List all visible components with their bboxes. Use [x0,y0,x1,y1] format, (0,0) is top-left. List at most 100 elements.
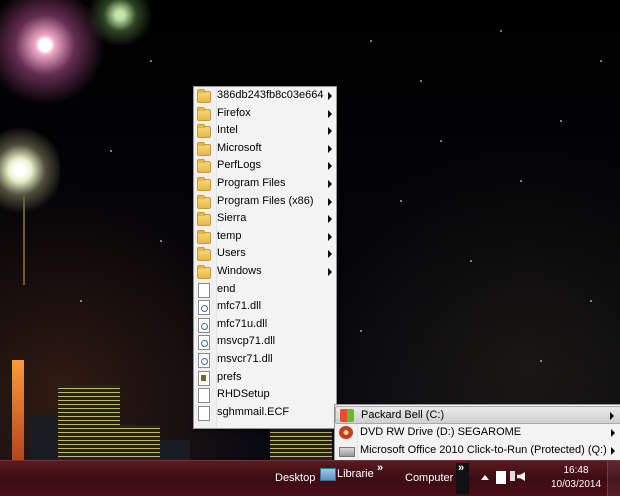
folder-icon [197,89,211,103]
action-center-flag-icon[interactable] [496,471,506,484]
menu-folder-item[interactable]: temp [194,229,336,247]
building [30,415,58,460]
clock-time[interactable]: 16:48 [556,465,596,476]
folder-icon [197,247,211,262]
menu-folder-item[interactable]: Program Files [194,176,336,194]
folder-icon [197,177,211,191]
menu-item-label: Program Files (x86) [217,194,314,207]
computer-toolbar-button[interactable]: » [456,462,469,494]
drive-menu-item[interactable]: Packard Bell (C:) [335,406,620,424]
folder-icon [197,194,211,209]
menu-file-item[interactable]: msvcr71.dll [194,352,336,370]
dll-file-icon [198,353,210,368]
menu-item-label: PerfLogs [217,159,262,172]
config-file-icon [198,370,210,386]
submenu-arrow-icon [328,127,332,136]
menu-file-item[interactable]: mfc71u.dll [194,317,336,335]
submenu-arrow-icon [328,180,332,188]
submenu-arrow-icon [328,250,332,259]
folder-context-menu: 386db243fb8c03e664 Firefox Intel Microsoft P… [193,86,337,429]
drive-label: DVD RW Drive (D:) SEGAROME [360,426,522,438]
menu-item-label: Windows [217,265,262,277]
submenu-arrow-icon [328,215,332,224]
menu-folder-item[interactable]: PerfLogs [194,158,336,176]
menu-item-label: Sierra [217,212,247,225]
file-icon [198,282,210,298]
submenu-arrow-icon [328,268,332,276]
dll-file-icon [198,300,210,316]
show-desktop-button[interactable] [607,461,620,496]
dvd-drive-icon [339,426,353,439]
hard-drive-icon [339,447,355,457]
menu-folder-item[interactable]: Intel [194,123,336,141]
menu-folder-item[interactable]: Users [194,246,336,264]
folder-icon [197,159,211,174]
submenu-arrow-icon [328,144,332,153]
folder-icon [197,141,211,156]
menu-file-item[interactable]: msvcp71.dll [194,334,336,352]
menu-file-item[interactable]: prefs [194,370,336,388]
fireworks-trail [23,195,25,285]
menu-folder-item[interactable]: 386db243fb8c03e664 [194,88,336,106]
menu-item-label: Intel [217,124,238,137]
taskbar: Desktop Librarie » Computer » 16:48 10/0… [0,460,620,496]
menu-item-label: RHDSetup [217,388,270,401]
dll-file-icon [198,335,210,351]
menu-item-label: temp [217,229,242,242]
submenu-arrow-icon [610,412,614,420]
toolbar-overflow-chevron[interactable]: » [458,462,464,474]
submenu-arrow-icon [328,197,332,206]
menu-folder-item[interactable]: Windows [194,264,336,282]
menu-file-item[interactable]: end [194,282,336,300]
menu-file-item[interactable]: sghmmail.ECF [194,405,336,423]
file-icon [198,405,210,421]
libraries-toolbar-label[interactable]: Librarie [337,468,374,480]
menu-item-label: 386db243fb8c03e664 [217,89,324,101]
clock-date[interactable]: 10/03/2014 [546,479,606,490]
show-hidden-icons-arrow-icon[interactable] [481,475,489,480]
menu-folder-item[interactable]: Sierra [194,211,336,229]
menu-item-label: Microsoft [217,141,262,154]
submenu-arrow-icon [328,109,332,118]
folder-icon [197,124,211,139]
computer-toolbar-label[interactable]: Computer [405,472,453,484]
drive-label: Packard Bell (C:) [361,409,445,421]
drive-label: Microsoft Office 2010 Click-to-Run (Prot… [360,444,607,456]
fireworks-burst [0,110,60,230]
desktop-toolbar-label[interactable]: Desktop [275,472,315,484]
menu-item-label: prefs [217,370,242,383]
file-icon [198,388,210,404]
menu-item-label: Program Files [217,177,286,189]
toolbar-overflow-chevron[interactable]: » [377,462,383,474]
building [120,425,160,460]
drive-menu-item[interactable]: Microsoft Office 2010 Click-to-Run (Prot… [335,442,620,460]
menu-item-label: sghmmail.ECF [217,405,290,418]
folder-icon [197,265,211,279]
building [160,440,190,460]
folder-icon [197,229,211,244]
menu-file-item[interactable]: mfc71.dll [194,299,336,317]
building [58,385,120,460]
menu-item-label: msvcr71.dll [217,353,273,365]
menu-folder-item[interactable]: Program Files (x86) [194,194,336,212]
menu-folder-item[interactable]: Firefox [194,106,336,124]
menu-file-item[interactable]: RHDSetup [194,387,336,405]
menu-item-label: mfc71u.dll [217,317,268,330]
submenu-arrow-icon [328,92,332,100]
submenu-arrow-icon [328,162,332,171]
submenu-arrow-icon [611,447,615,455]
tower [12,360,24,460]
folder-icon [197,212,211,227]
building [270,425,332,460]
menu-item-label: mfc71.dll [217,300,262,313]
menu-item-label: Users [217,247,246,260]
network-icon[interactable] [510,471,515,481]
menu-folder-item[interactable]: Microsoft [194,141,336,159]
libraries-folder-icon[interactable] [320,468,336,481]
menu-item-label: end [217,282,236,295]
drives-menu: Packard Bell (C:) DVD RW Drive (D:) SEGAR… [334,404,620,462]
volume-icon[interactable] [517,472,525,481]
drive-menu-item[interactable]: DVD RW Drive (D:) SEGAROME [335,424,620,442]
submenu-arrow-icon [611,429,615,437]
folder-icon [197,106,211,121]
